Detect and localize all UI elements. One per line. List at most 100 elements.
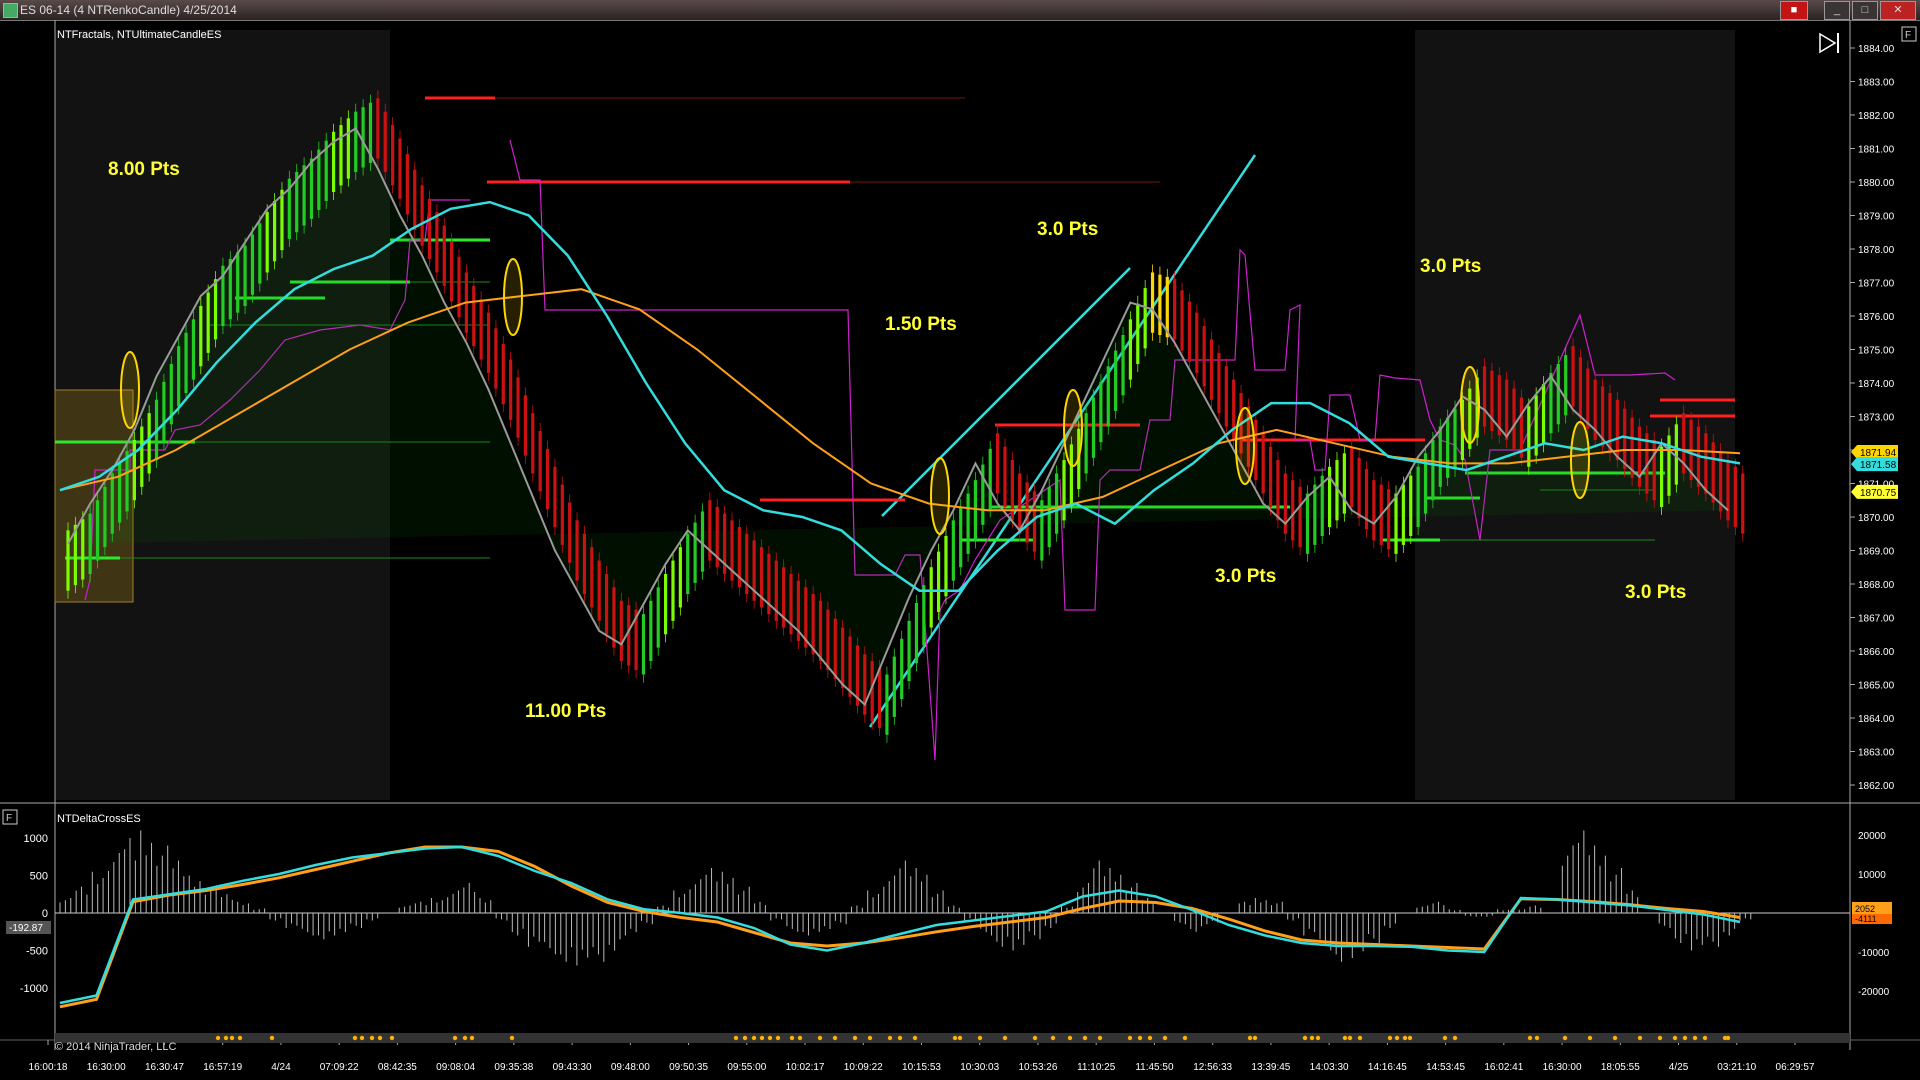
candle-body [1342, 453, 1346, 514]
x-tick-label: 13:39:45 [1251, 1062, 1290, 1073]
event-dot [742, 1035, 748, 1041]
candle-body [582, 533, 587, 595]
x-tick-label: 09:08:04 [436, 1062, 475, 1073]
x-tick-label: 10:15:53 [902, 1062, 941, 1073]
event-dot [469, 1035, 475, 1041]
event-dot [751, 1035, 757, 1041]
event-dot [1032, 1035, 1038, 1041]
pts-annotation: 3.0 Pts [1420, 256, 1481, 277]
candle-body [1224, 366, 1228, 427]
candle-body [1121, 334, 1125, 396]
candle-body [479, 299, 483, 360]
candle-body [1623, 408, 1627, 469]
x-tick-label: 16:30:00 [87, 1062, 126, 1073]
candle-body [818, 600, 823, 662]
candle-body [346, 118, 350, 179]
app-icon [3, 3, 18, 18]
event-dot [1527, 1035, 1533, 1041]
event-dot [1534, 1035, 1540, 1041]
candle-body [1571, 346, 1575, 407]
candle-body [66, 530, 70, 591]
scroll-end-icon[interactable] [1819, 32, 1839, 54]
candle-body [1099, 381, 1103, 443]
candle-body [1541, 384, 1546, 445]
event-dot [509, 1035, 515, 1041]
y-tick-label: 1874.00 [1858, 379, 1895, 390]
x-tick-label: 10:30:03 [960, 1062, 999, 1073]
candle-body [486, 312, 491, 373]
y-tick-label: 1878.00 [1858, 245, 1895, 256]
event-dot [1692, 1035, 1698, 1041]
maximize-button[interactable]: □ [1852, 1, 1878, 20]
event-dot [1252, 1035, 1258, 1041]
candle-body [265, 212, 269, 273]
candle-body [391, 125, 395, 186]
candle-body [929, 567, 933, 628]
event-dot [1402, 1035, 1408, 1041]
candle-body [413, 169, 417, 231]
candle-body [494, 328, 498, 389]
candle-body [892, 656, 896, 717]
event-dot [832, 1035, 838, 1041]
candle-body [1173, 279, 1177, 340]
x-tick-label: 10:02:17 [786, 1062, 825, 1073]
candle-body [538, 431, 542, 492]
candle-body [1209, 339, 1214, 400]
record-button[interactable]: ■ [1780, 1, 1808, 20]
candle-body [1106, 366, 1110, 427]
candle-body [1291, 480, 1295, 541]
candle-body [398, 138, 402, 199]
x-tick-label: 10:09:22 [844, 1062, 883, 1073]
close-button[interactable]: ✕ [1880, 1, 1916, 20]
x-tick-label: 14:16:45 [1368, 1062, 1407, 1073]
candle-body [523, 395, 528, 456]
candle-body [951, 520, 955, 581]
candle-body [1564, 355, 1568, 416]
delta-value-text: -192.87 [9, 923, 43, 934]
x-tick-label: 14:03:30 [1310, 1062, 1349, 1073]
candle-body [1726, 460, 1730, 521]
event-dot [1725, 1035, 1731, 1041]
candle-body [435, 212, 439, 273]
candle-body [199, 305, 203, 367]
candle-body [619, 600, 623, 662]
candle-body [206, 292, 210, 353]
pts-annotation: 1.50 Pts [885, 314, 957, 335]
candle-body [450, 241, 454, 302]
candle-body [885, 674, 889, 735]
candle-body [1512, 388, 1516, 449]
candle-body [1586, 368, 1590, 429]
candle-body [656, 587, 660, 648]
y-tick-label: 1865.00 [1858, 681, 1895, 692]
copyright: © 2014 NinjaTrader, LLC [55, 1041, 176, 1053]
y-tick-label: 1866.00 [1858, 647, 1895, 658]
candle-body [1704, 433, 1708, 494]
candle-body [110, 473, 114, 534]
event-dot [269, 1035, 275, 1041]
event-dot [389, 1035, 395, 1041]
x-tick-label: 16:00:18 [29, 1062, 68, 1073]
chart-canvas[interactable]: 8.00 Pts 11.00 Pts 1.50 Pts 3.0 Pts 3.0 Pts 3… [0, 20, 1920, 1080]
lower-left-tick: 1000 [24, 833, 48, 845]
event-dot [759, 1035, 765, 1041]
x-tick-label: 10:53:26 [1018, 1062, 1057, 1073]
y-tick-label: 1879.00 [1858, 212, 1895, 223]
event-strip [55, 1033, 1850, 1043]
event-dot [1147, 1035, 1153, 1041]
lower-left-tick: -500 [26, 946, 48, 958]
minimize-button[interactable]: _ [1824, 1, 1850, 20]
candle-body [1217, 352, 1221, 414]
candle-body [118, 462, 122, 523]
lower-right-marker-text: 2052 [1855, 904, 1875, 914]
lower-left-tick: -1000 [20, 983, 48, 995]
lower-right-tick: 20000 [1858, 831, 1886, 842]
pts-annotation: 3.0 Pts [1215, 566, 1276, 587]
candle-body [509, 359, 513, 420]
x-tick-label: 09:43:30 [553, 1062, 592, 1073]
candle-body [1128, 319, 1132, 380]
candle-body [1416, 466, 1420, 528]
x-tick-label: 11:10:25 [1077, 1062, 1116, 1073]
candle-body [1401, 484, 1405, 545]
candle-body [405, 154, 409, 215]
y-tick-label: 1870.00 [1858, 513, 1895, 524]
